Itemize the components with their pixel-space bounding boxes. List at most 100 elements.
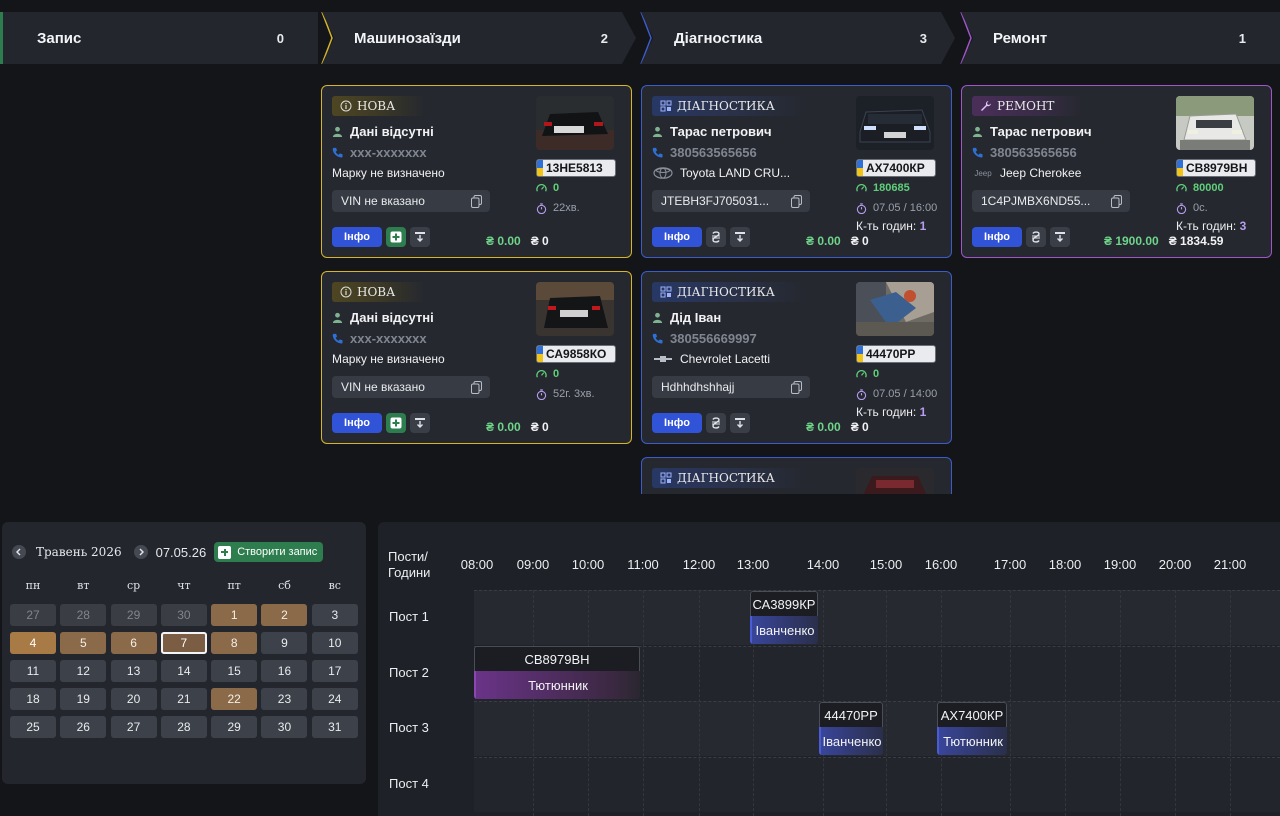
copy-icon[interactable] bbox=[471, 194, 482, 208]
grid-icon bbox=[660, 286, 672, 298]
license-plate: СВ8979ВН bbox=[1176, 159, 1256, 177]
vin-field[interactable]: VIN не вказано bbox=[332, 376, 490, 398]
calendar-day[interactable]: 17 bbox=[311, 660, 358, 682]
car-photo[interactable] bbox=[856, 96, 934, 150]
calendar-day[interactable]: 19 bbox=[60, 688, 107, 710]
post-row[interactable] bbox=[474, 590, 1280, 645]
calendar-day[interactable]: 3 bbox=[311, 604, 358, 626]
move-down-button[interactable] bbox=[410, 413, 430, 433]
copy-icon[interactable] bbox=[791, 194, 802, 208]
copy-icon[interactable] bbox=[471, 380, 482, 394]
calendar-day[interactable]: 29 bbox=[110, 604, 157, 626]
order-card[interactable]: ДІАГНОСТИКА Дід Іван 380556669997 Chevro… bbox=[641, 271, 952, 444]
stage-zapys[interactable]: Запис 0 bbox=[0, 12, 318, 64]
stage-diagnostyka[interactable]: Діагностика 3 bbox=[641, 12, 955, 64]
hour-label: 20:00 bbox=[1158, 557, 1192, 572]
calendar-day[interactable]: 21 bbox=[160, 688, 207, 710]
person-icon bbox=[972, 126, 983, 137]
add-button[interactable] bbox=[386, 413, 406, 433]
payment-button[interactable] bbox=[1026, 227, 1046, 247]
calendar-day[interactable]: 13 bbox=[110, 660, 157, 682]
calendar-day[interactable]: 4 bbox=[10, 632, 56, 654]
calendar-day[interactable]: 5 bbox=[60, 632, 107, 654]
calendar-day[interactable]: 14 bbox=[160, 660, 207, 682]
calendar-day[interactable]: 12 bbox=[60, 660, 107, 682]
order-card[interactable]: НОВА Дані відсутні xxx-xxxxxxx Марку не … bbox=[321, 85, 632, 258]
car-photo[interactable] bbox=[536, 96, 614, 150]
car-photo[interactable] bbox=[1176, 96, 1254, 150]
info-button[interactable]: Інфо bbox=[972, 227, 1022, 247]
info-button[interactable]: Інфо bbox=[652, 413, 702, 433]
move-down-button[interactable] bbox=[410, 227, 430, 247]
copy-icon[interactable] bbox=[791, 380, 802, 394]
calendar-day-selected[interactable]: 7 bbox=[160, 632, 207, 654]
stage-mashynozaizdy[interactable]: Машинозаїзди 2 bbox=[322, 12, 636, 64]
booking-block[interactable]: 44470РР Іванченко bbox=[819, 702, 883, 755]
calendar-day[interactable]: 24 bbox=[311, 688, 358, 710]
info-button[interactable]: Інфо bbox=[652, 227, 702, 247]
booking-block[interactable]: СА3899КР Іванченко bbox=[750, 591, 818, 644]
calendar-day[interactable]: 25 bbox=[10, 716, 56, 738]
calendar-day[interactable]: 23 bbox=[261, 688, 308, 710]
post-row[interactable] bbox=[474, 757, 1280, 812]
client-phone: xxx-xxxxxxx bbox=[350, 331, 427, 346]
info-button[interactable]: Інфо bbox=[332, 413, 382, 433]
calendar-day[interactable]: 2 bbox=[261, 604, 308, 626]
order-card[interactable]: РЕМОНТ Тарас петрович 380563565656 Jeep … bbox=[961, 85, 1272, 258]
order-card[interactable]: ДІАГНОСТИКА Тарас петрович 380563565656 … bbox=[641, 85, 952, 258]
hour-label: 15:00 bbox=[869, 557, 903, 572]
client-phone: xxx-xxxxxxx bbox=[350, 145, 427, 160]
calendar-day[interactable]: 28 bbox=[60, 604, 107, 626]
calendar-day[interactable]: 10 bbox=[311, 632, 358, 654]
calendar-day[interactable]: 31 bbox=[311, 716, 358, 738]
move-down-button[interactable] bbox=[730, 227, 750, 247]
pipeline-stages: Запис 0 Машинозаїзди 2 Діагностика 3 Рем… bbox=[0, 12, 1280, 64]
calendar-day[interactable]: 1 bbox=[211, 604, 258, 626]
vin-field[interactable]: 1C4PJMBX6ND55... bbox=[972, 190, 1130, 212]
vin-field[interactable]: VIN не вказано bbox=[332, 190, 490, 212]
calendar-day[interactable]: 27 bbox=[110, 716, 157, 738]
payment-button[interactable] bbox=[706, 413, 726, 433]
calendar-day[interactable]: 30 bbox=[160, 604, 207, 626]
info-circle-icon bbox=[340, 100, 352, 112]
booking-block[interactable]: АХ7400КР Тютюнник bbox=[937, 702, 1007, 755]
weekday-label: чт bbox=[177, 579, 191, 592]
copy-icon[interactable] bbox=[1111, 194, 1122, 208]
person-icon bbox=[652, 312, 663, 323]
order-card[interactable]: НОВА Дані відсутні xxx-xxxxxxx Марку не … bbox=[321, 271, 632, 444]
calendar-day[interactable]: 15 bbox=[211, 660, 258, 682]
vin-field[interactable]: Hdhhdhshhajj bbox=[652, 376, 810, 398]
car-photo[interactable] bbox=[536, 282, 614, 336]
calendar-day[interactable]: 22 bbox=[211, 688, 258, 710]
payment-button[interactable] bbox=[706, 227, 726, 247]
calendar-day[interactable]: 26 bbox=[60, 716, 107, 738]
post-label: Пост 3 bbox=[389, 720, 429, 735]
calendar-day[interactable]: 27 bbox=[10, 604, 56, 626]
stage-title: Машинозаїзди bbox=[354, 29, 461, 47]
calendar-day[interactable]: 28 bbox=[160, 716, 207, 738]
order-card[interactable]: ДІАГНОСТИКА bbox=[641, 457, 952, 494]
next-month-button[interactable] bbox=[133, 545, 148, 559]
calendar-day[interactable]: 29 bbox=[211, 716, 258, 738]
calendar-days: 27 28 29 30 1 2 3 4 5 6 7 8 9 10 11 12 1… bbox=[10, 604, 358, 738]
calendar-day[interactable]: 30 bbox=[261, 716, 308, 738]
move-down-button[interactable] bbox=[730, 413, 750, 433]
calendar-day[interactable]: 6 bbox=[110, 632, 157, 654]
calendar-day[interactable]: 16 bbox=[261, 660, 308, 682]
hour-label: 12:00 bbox=[682, 557, 716, 572]
vin-field[interactable]: JTEBH3FJ705031... bbox=[652, 190, 810, 212]
create-record-button[interactable]: Створити запис bbox=[214, 542, 324, 562]
booking-block[interactable]: СВ8979ВН Тютюнник bbox=[474, 646, 640, 699]
calendar-day[interactable]: 11 bbox=[10, 660, 56, 682]
add-button[interactable] bbox=[386, 227, 406, 247]
stage-remont[interactable]: Ремонт 1 bbox=[961, 12, 1280, 64]
calendar-day[interactable]: 18 bbox=[10, 688, 56, 710]
info-button[interactable]: Інфо bbox=[332, 227, 382, 247]
calendar-day[interactable]: 8 bbox=[211, 632, 258, 654]
prev-month-button[interactable] bbox=[12, 545, 26, 559]
car-photo[interactable] bbox=[856, 468, 934, 494]
car-photo[interactable] bbox=[856, 282, 934, 336]
calendar-day[interactable]: 9 bbox=[261, 632, 308, 654]
move-down-button[interactable] bbox=[1050, 227, 1070, 247]
calendar-day[interactable]: 20 bbox=[110, 688, 157, 710]
